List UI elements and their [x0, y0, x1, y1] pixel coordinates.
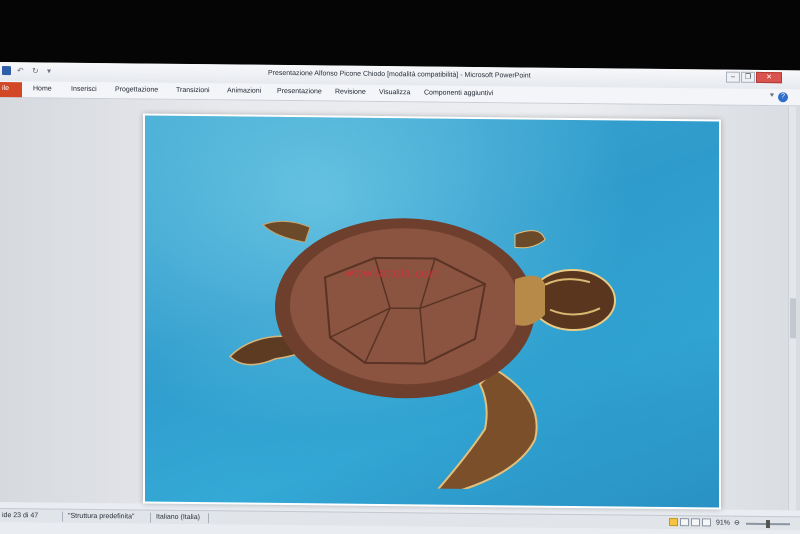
ribbon-minimize-icon[interactable]: ♥ [770, 92, 774, 102]
slide-counter: ide 23 di 47 [2, 512, 39, 520]
tab-componenti-aggiuntivi[interactable]: Componenti aggiuntivi [424, 89, 493, 97]
view-buttons [669, 518, 713, 528]
tab-animazioni[interactable]: Animazioni [227, 87, 261, 94]
close-button[interactable]: ✕ [756, 71, 782, 84]
sea-turtle-photo[interactable]: www.lattola.com [145, 115, 719, 508]
reading-view-icon[interactable] [691, 518, 700, 527]
quick-access-toolbar: ↶ ↻ ▾ [2, 66, 56, 76]
scrollbar-thumb[interactable] [790, 298, 796, 339]
tab-revisione[interactable]: Revisione [335, 89, 366, 96]
slideshow-view-icon[interactable] [702, 518, 711, 527]
restore-button[interactable]: ❐ [741, 71, 755, 83]
window-title: Presentazione Alfonso Picone Chiodo [mod… [268, 69, 531, 80]
zoom-out-icon[interactable]: ⊖ [734, 519, 740, 527]
zoom-slider[interactable] [746, 520, 790, 529]
tab-inserisci[interactable]: Inserisci [71, 86, 97, 93]
undo-icon[interactable]: ↶ [17, 66, 26, 75]
watermark-text: www.lattola.com [345, 265, 440, 281]
customize-quick-access-icon[interactable]: ▾ [47, 66, 56, 75]
help-icon[interactable]: ? [778, 92, 788, 103]
normal-view-icon[interactable] [669, 518, 678, 527]
slide-sorter-icon[interactable] [680, 518, 689, 527]
tab-home[interactable]: Home [33, 85, 52, 92]
status-divider [150, 512, 151, 523]
ribbon-tools: ♥ ? [770, 92, 788, 103]
theme-name[interactable]: "Struttura predefinita" [68, 513, 134, 521]
vertical-scrollbar[interactable] [788, 106, 796, 511]
language-indicator[interactable]: Italiano (Italia) [156, 514, 200, 521]
zoom-level[interactable]: 91% [716, 519, 730, 526]
tab-presentazione[interactable]: Presentazione [277, 88, 322, 95]
status-bar: ide 23 di 47 "Struttura predefinita" Ita… [0, 508, 800, 531]
status-divider [208, 513, 209, 524]
powerpoint-window: ↶ ↻ ▾ Presentazione Alfonso Picone Chiod… [0, 62, 800, 534]
tab-file[interactable]: ile [0, 82, 22, 98]
redo-icon[interactable]: ↻ [32, 66, 41, 75]
tab-progettazione[interactable]: Progettazione [115, 86, 158, 93]
window-controls: – ❐ ✕ [726, 71, 782, 84]
save-icon[interactable] [2, 66, 11, 76]
slide-canvas[interactable]: www.lattola.com [143, 113, 721, 510]
slide-editing-area: www.lattola.com [0, 98, 800, 511]
zoom-slider-thumb[interactable] [766, 520, 770, 529]
status-divider [62, 511, 63, 522]
minimize-button[interactable]: – [726, 71, 740, 83]
sea-turtle-image [228, 218, 616, 491]
tab-transizioni[interactable]: Transizioni [176, 87, 210, 94]
tab-visualizza[interactable]: Visualizza [379, 89, 410, 96]
